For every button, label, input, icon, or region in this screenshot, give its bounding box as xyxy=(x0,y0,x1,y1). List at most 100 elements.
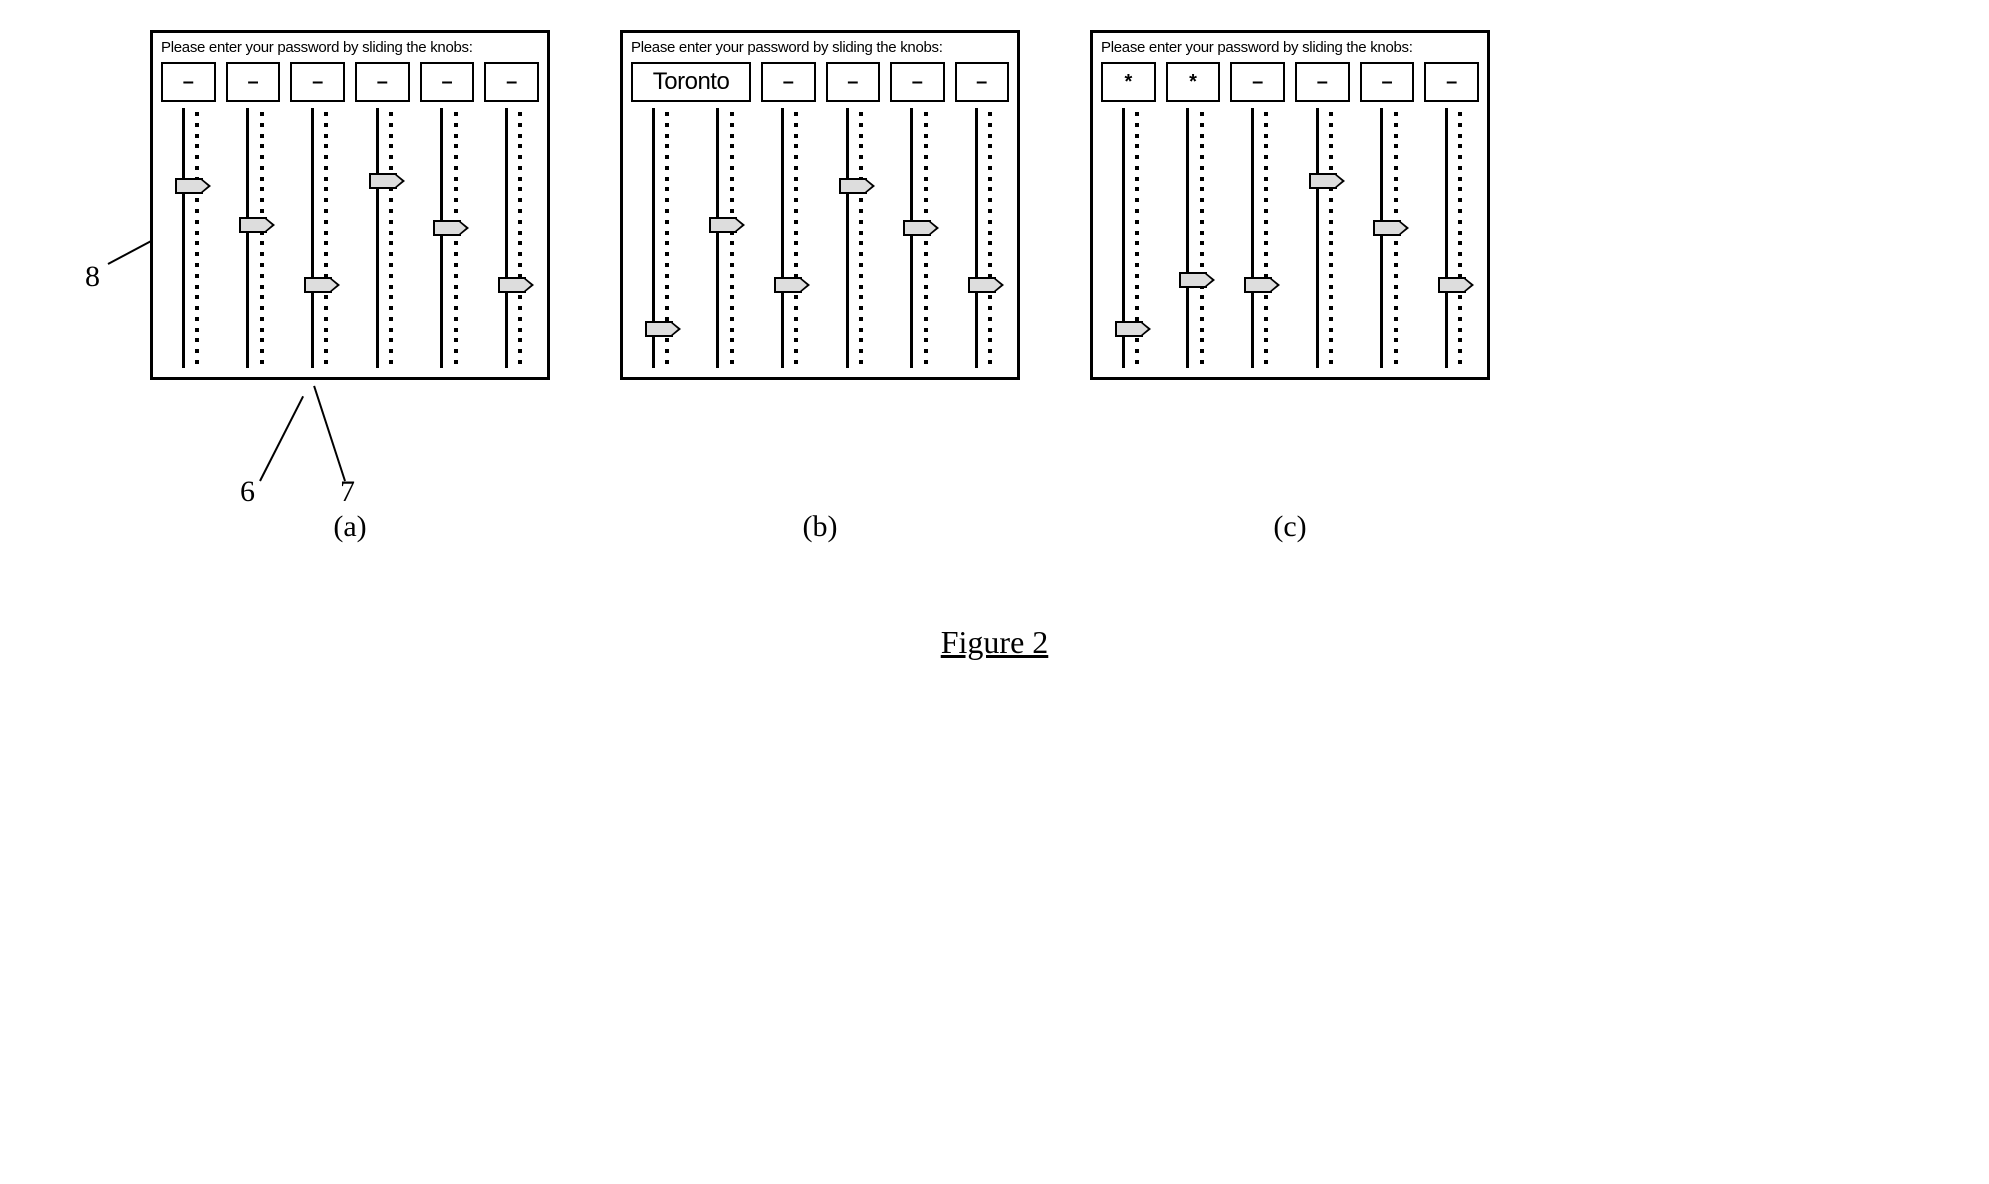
display-box: – xyxy=(826,62,880,102)
slider-column[interactable] xyxy=(1101,108,1156,368)
slider-column[interactable] xyxy=(1295,108,1350,368)
slider-ticks xyxy=(1394,108,1398,368)
display-box: Toronto xyxy=(631,62,751,102)
slider-ticks xyxy=(794,108,798,368)
slider-column[interactable] xyxy=(631,108,686,368)
prompt-text: Please enter your password by sliding th… xyxy=(631,39,1009,56)
display-box: – xyxy=(161,62,216,102)
slider-column[interactable] xyxy=(484,108,539,368)
slider-column[interactable] xyxy=(290,108,345,368)
slider-track xyxy=(440,108,443,368)
slider-ticks xyxy=(924,108,928,368)
slider-ticks xyxy=(859,108,863,368)
slider-knob[interactable] xyxy=(709,217,737,233)
slider-ticks xyxy=(260,108,264,368)
display-box: – xyxy=(420,62,475,102)
slider-column[interactable] xyxy=(1166,108,1221,368)
slider-knob[interactable] xyxy=(239,217,267,233)
figure-caption: Figure 2 xyxy=(30,624,1959,661)
slider-track xyxy=(975,108,978,368)
slider-knob[interactable] xyxy=(1438,277,1466,293)
slider-column[interactable] xyxy=(954,108,1009,368)
panel-b: Please enter your password by sliding th… xyxy=(620,30,1020,380)
slider-knob[interactable] xyxy=(304,277,332,293)
slider-column[interactable] xyxy=(696,108,751,368)
annotation-label-8: 8 xyxy=(85,260,100,294)
slider-ticks xyxy=(988,108,992,368)
panel-letters-row: (a)(b)(c) xyxy=(150,510,1959,544)
slider-knob[interactable] xyxy=(433,220,461,236)
slider-track xyxy=(1445,108,1448,368)
slider-knob[interactable] xyxy=(1179,272,1207,288)
slider-ticks xyxy=(1264,108,1268,368)
slider-track xyxy=(1380,108,1383,368)
slider-knob[interactable] xyxy=(645,321,673,337)
display-box: – xyxy=(355,62,410,102)
annotation-label-7: 7 xyxy=(340,475,355,509)
display-box: * xyxy=(1101,62,1156,102)
prompt-text: Please enter your password by sliding th… xyxy=(1101,39,1479,56)
slider-column[interactable] xyxy=(825,108,880,368)
display-box: – xyxy=(1295,62,1350,102)
slider-track xyxy=(1186,108,1189,368)
display-box: – xyxy=(955,62,1009,102)
slider-knob[interactable] xyxy=(1115,321,1143,337)
display-box: – xyxy=(1424,62,1479,102)
slider-column[interactable] xyxy=(226,108,281,368)
slider-track xyxy=(781,108,784,368)
slider-ticks xyxy=(324,108,328,368)
display-box: – xyxy=(226,62,281,102)
slider-knob[interactable] xyxy=(774,277,802,293)
slider-ticks xyxy=(1458,108,1462,368)
panel-letter: (b) xyxy=(620,510,1020,544)
display-box: * xyxy=(1166,62,1221,102)
annotation-line-8 xyxy=(108,240,153,265)
slider-knob[interactable] xyxy=(839,178,867,194)
slider-track xyxy=(1251,108,1254,368)
annotation-line-6 xyxy=(259,396,304,482)
slider-track xyxy=(505,108,508,368)
displays-row: **–––– xyxy=(1101,62,1479,102)
slider-knob[interactable] xyxy=(175,178,203,194)
displays-row: Toronto–––– xyxy=(631,62,1009,102)
slider-column[interactable] xyxy=(760,108,815,368)
slider-column[interactable] xyxy=(1360,108,1415,368)
display-box: – xyxy=(290,62,345,102)
slider-ticks xyxy=(1200,108,1204,368)
panel-a: Please enter your password by sliding th… xyxy=(150,30,550,380)
slider-knob[interactable] xyxy=(1309,173,1337,189)
slider-ticks xyxy=(195,108,199,368)
panel-letter: (c) xyxy=(1090,510,1490,544)
slider-column[interactable] xyxy=(890,108,945,368)
slider-track xyxy=(846,108,849,368)
slider-column[interactable] xyxy=(161,108,216,368)
slider-ticks xyxy=(454,108,458,368)
slider-ticks xyxy=(730,108,734,368)
slider-track xyxy=(376,108,379,368)
slider-knob[interactable] xyxy=(903,220,931,236)
slider-knob[interactable] xyxy=(498,277,526,293)
slider-column[interactable] xyxy=(420,108,475,368)
panels-row: Please enter your password by sliding th… xyxy=(150,30,1959,380)
slider-track xyxy=(246,108,249,368)
slider-knob[interactable] xyxy=(968,277,996,293)
display-box: – xyxy=(1230,62,1285,102)
sliders-row xyxy=(161,108,539,368)
display-box: – xyxy=(1360,62,1415,102)
slider-ticks xyxy=(389,108,393,368)
slider-track xyxy=(311,108,314,368)
slider-column[interactable] xyxy=(1230,108,1285,368)
slider-ticks xyxy=(518,108,522,368)
slider-track xyxy=(1316,108,1319,368)
slider-ticks xyxy=(1329,108,1333,368)
figure-container: Please enter your password by sliding th… xyxy=(30,30,1959,661)
slider-knob[interactable] xyxy=(1244,277,1272,293)
slider-column[interactable] xyxy=(355,108,410,368)
slider-knob[interactable] xyxy=(1373,220,1401,236)
slider-column[interactable] xyxy=(1424,108,1479,368)
slider-knob[interactable] xyxy=(369,173,397,189)
annotation-line-7 xyxy=(313,386,346,482)
displays-row: –––––– xyxy=(161,62,539,102)
sliders-row xyxy=(631,108,1009,368)
display-box: – xyxy=(484,62,539,102)
